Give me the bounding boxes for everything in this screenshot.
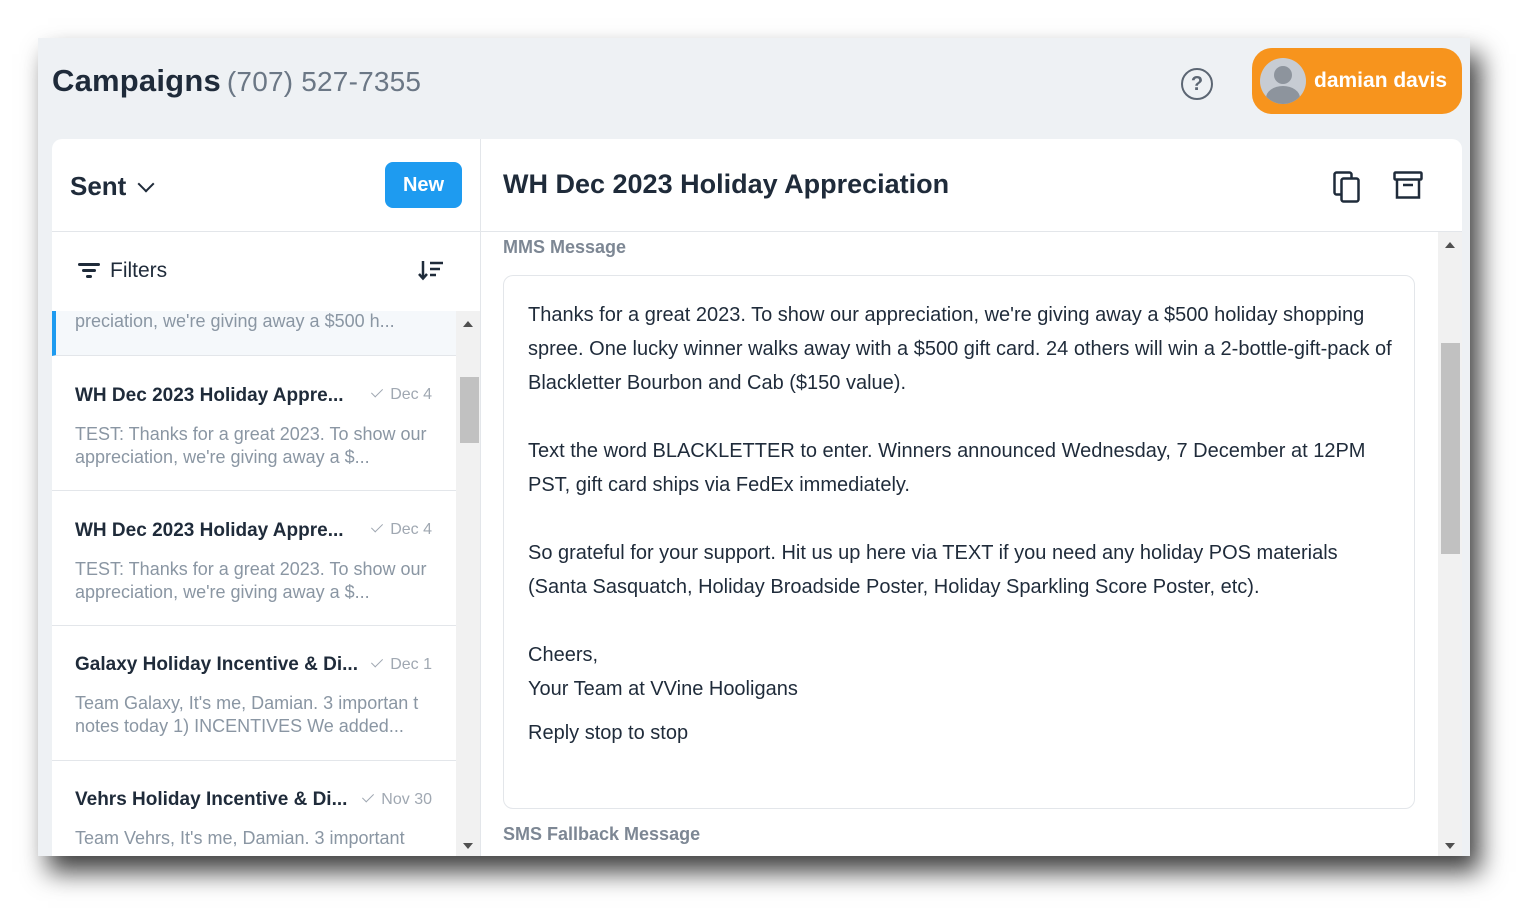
message-reply-stop: Reply stop to stop	[528, 722, 689, 744]
sort-icon[interactable]	[418, 259, 444, 281]
archive-icon[interactable]	[1393, 171, 1423, 199]
top-bar: Campaigns (707) 527-7355 ? damian davis	[38, 38, 1470, 138]
check-icon	[371, 520, 384, 533]
list-item-date: Dec 1	[371, 655, 432, 674]
list-item-active[interactable]: preciation, we're giving away a $500 h..…	[52, 311, 456, 356]
list-item-title: Vehrs Holiday Incentive & Di...	[75, 789, 348, 810]
detail-scrollbar[interactable]	[1438, 232, 1462, 856]
sms-fallback-label: SMS Fallback Message	[503, 824, 701, 844]
check-icon	[371, 385, 384, 398]
user-name: damian davis	[1314, 69, 1448, 92]
list-item[interactable]: Vehrs Holiday Incentive & Di... Nov 30 T…	[52, 761, 456, 856]
filter-icon[interactable]	[78, 263, 100, 279]
list-item-date: Dec 4	[371, 385, 432, 404]
list-item[interactable]: Galaxy Holiday Incentive & Di... Dec 1 T…	[52, 626, 456, 761]
list-item-preview: Team Galaxy, It's me, Damian. 3 importan…	[75, 693, 419, 736]
scroll-up-arrow-icon[interactable]	[463, 321, 473, 327]
mms-message-box: Thanks for a great 2023. To show our app…	[503, 275, 1415, 809]
campaign-title: WH Dec 2023 Holiday Appreciation	[503, 169, 950, 199]
list-header: Sent New	[52, 139, 480, 232]
list-item-preview: preciation, we're giving away a $500 h..…	[75, 311, 395, 331]
filters-button[interactable]: Filters	[110, 259, 167, 283]
list-item-title: WH Dec 2023 Holiday Appre...	[75, 385, 344, 406]
scrollbar-thumb[interactable]	[460, 377, 479, 443]
main-panel: Sent New Filters preciation, we're givin…	[52, 139, 1462, 856]
list-item[interactable]: WH Dec 2023 Holiday Appre... Dec 4 TEST:…	[52, 356, 456, 491]
campaign-list-panel: Sent New Filters preciation, we're givin…	[52, 139, 481, 856]
check-icon	[362, 790, 375, 803]
copy-icon[interactable]	[1333, 171, 1361, 203]
help-circle-icon[interactable]: ?	[1181, 68, 1213, 100]
detail-header: WH Dec 2023 Holiday Appreciation	[481, 139, 1462, 232]
list-scrollbar[interactable]	[456, 311, 480, 856]
campaign-list: preciation, we're giving away a $500 h..…	[52, 311, 456, 856]
message-signature: Your Team at VVine Hooligans	[528, 678, 798, 700]
mms-label: MMS Message	[503, 237, 627, 257]
scroll-down-arrow-icon[interactable]	[1445, 843, 1455, 849]
user-menu-button[interactable]: damian davis	[1252, 48, 1462, 114]
page-title-text: Campaigns	[52, 63, 221, 98]
check-icon	[371, 655, 384, 668]
message-paragraph: So grateful for your support. Hit us up …	[528, 542, 1338, 598]
chevron-down-icon	[137, 175, 155, 192]
page-title: Campaigns (707) 527-7355	[52, 63, 421, 99]
message-paragraph: Text the word BLACKLETTER to enter. Winn…	[528, 440, 1366, 496]
list-item-date: Nov 30	[362, 790, 432, 809]
scroll-up-arrow-icon[interactable]	[1445, 242, 1455, 248]
avatar-icon	[1260, 58, 1306, 104]
folder-dropdown[interactable]: Sent	[70, 171, 155, 202]
scroll-down-arrow-icon[interactable]	[463, 843, 473, 849]
list-item-preview: Team Vehrs, It's me, Damian. 3 important	[75, 828, 405, 848]
app-window: Campaigns (707) 527-7355 ? damian davis S…	[38, 38, 1470, 856]
list-item-title: Galaxy Holiday Incentive & Di...	[75, 654, 358, 675]
list-item-date: Dec 4	[371, 520, 432, 539]
new-campaign-button[interactable]: New	[385, 162, 462, 208]
list-item-preview: TEST: Thanks for a great 2023. To show o…	[75, 559, 427, 602]
phone-number: (707) 527-7355	[226, 66, 422, 97]
list-item[interactable]: WH Dec 2023 Holiday Appre... Dec 4 TEST:…	[52, 491, 456, 626]
list-item-title: WH Dec 2023 Holiday Appre...	[75, 520, 344, 541]
campaign-detail-panel: WH Dec 2023 Holiday Appreciation MMS Mes…	[481, 139, 1462, 856]
message-content: MMS Message Thanks for a great 2023. To …	[481, 232, 1462, 856]
list-item-preview: TEST: Thanks for a great 2023. To show o…	[75, 424, 427, 467]
message-paragraph: Thanks for a great 2023. To show our app…	[528, 304, 1392, 394]
scrollbar-thumb[interactable]	[1441, 343, 1460, 554]
filters-bar: Filters	[52, 231, 480, 312]
folder-label: Sent	[70, 171, 127, 201]
message-closing: Cheers,	[528, 644, 599, 666]
